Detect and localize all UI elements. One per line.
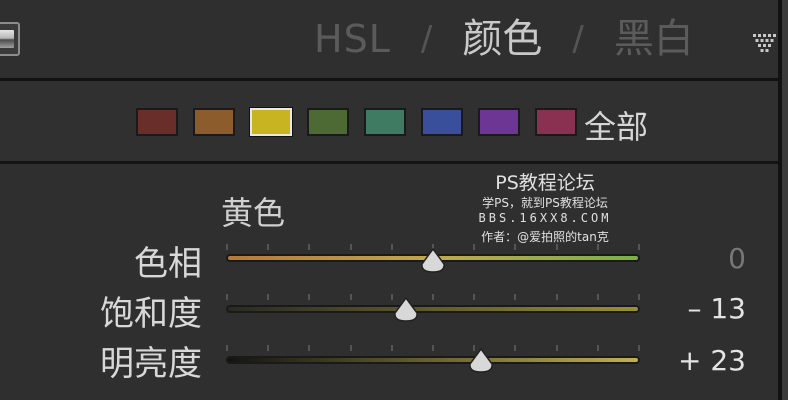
section-title: 黄色 [221, 194, 286, 232]
swatch-yellow[interactable] [249, 107, 293, 137]
saturation-slider-thumb[interactable] [392, 297, 420, 323]
slider-tick [638, 345, 640, 351]
swatch-magenta[interactable] [535, 108, 577, 136]
tab-separator: / [420, 19, 433, 59]
slider-tick [267, 294, 270, 300]
slider-tick [555, 345, 558, 351]
color-swatch-row: 全部 [0, 81, 778, 164]
slider-tick [308, 244, 311, 250]
slider-tick [555, 294, 558, 300]
luminance-ticks [226, 345, 640, 353]
watermark-line: BBS.16XX8.COM [478, 211, 612, 225]
all-colors-button[interactable]: 全部 [584, 102, 648, 148]
panel-toggle-button[interactable] [0, 22, 20, 56]
slider-tick [514, 345, 517, 351]
slider-tick [596, 345, 599, 351]
luminance-slider-thumb[interactable] [467, 348, 495, 374]
panel-header: HSL / 颜色 / 黑白 [0, 0, 788, 81]
tab-bar: HSL / 颜色 / 黑白 [314, 14, 694, 64]
hue-slider-thumb[interactable] [419, 248, 447, 274]
swatch-orange[interactable] [193, 108, 235, 136]
slider-tick [308, 345, 311, 351]
slider-tick [596, 294, 599, 300]
slider-tick [514, 294, 517, 300]
toggle-switch-icon [0, 30, 14, 48]
swatch-purple[interactable] [478, 108, 520, 136]
slider-tick [390, 345, 393, 351]
hue-label: 色相 [134, 244, 202, 284]
slider-tick [473, 294, 476, 300]
watermark-line: 作者：@爱拍照的tan克 [481, 230, 609, 244]
slider-tick [267, 345, 270, 351]
slider-tick [349, 244, 352, 250]
panel-menu-triangle-icon[interactable] [752, 30, 778, 54]
slider-panel: 黄色 色相 0 饱和度 – 13 明亮度 + 23 [0, 164, 778, 400]
slider-tick [638, 294, 640, 300]
watermark-line: 学PS，就到PS教程论坛 [482, 196, 608, 210]
tab-separator: / [572, 19, 584, 59]
slider-tick [638, 244, 640, 250]
luminance-slider-track[interactable] [226, 356, 640, 364]
swatch-red[interactable] [136, 108, 178, 136]
slider-tick [267, 244, 270, 250]
saturation-slider-track[interactable] [226, 305, 640, 313]
swatch-blue[interactable] [421, 108, 463, 136]
luminance-value[interactable]: + 23 [646, 344, 746, 377]
slider-tick [390, 244, 393, 250]
scrollbar-gutter [782, 0, 788, 400]
slider-tick [432, 294, 434, 300]
tab-color[interactable]: 颜色 [462, 14, 542, 64]
slider-tick [226, 294, 228, 300]
saturation-ticks [226, 294, 640, 302]
luminance-label: 明亮度 [100, 344, 202, 384]
slider-tick [308, 294, 311, 300]
slider-tick [349, 345, 352, 351]
slider-tick [432, 345, 434, 351]
slider-tick [226, 345, 228, 351]
hsl-color-panel: HSL / 颜色 / 黑白 全部 黄色 色相 0 饱和度 – 13 明亮度 + … [0, 0, 788, 400]
swatch-aqua[interactable] [364, 108, 406, 136]
hue-value[interactable]: 0 [646, 242, 746, 275]
watermark-title: PS教程论坛 [495, 172, 595, 194]
tab-black-white[interactable]: 黑白 [614, 14, 694, 64]
swatch-green[interactable] [307, 108, 349, 136]
slider-tick [226, 244, 228, 250]
slider-tick [349, 294, 352, 300]
saturation-label: 饱和度 [100, 294, 202, 334]
saturation-value[interactable]: – 13 [646, 292, 746, 325]
tab-hsl[interactable]: HSL [314, 14, 391, 64]
